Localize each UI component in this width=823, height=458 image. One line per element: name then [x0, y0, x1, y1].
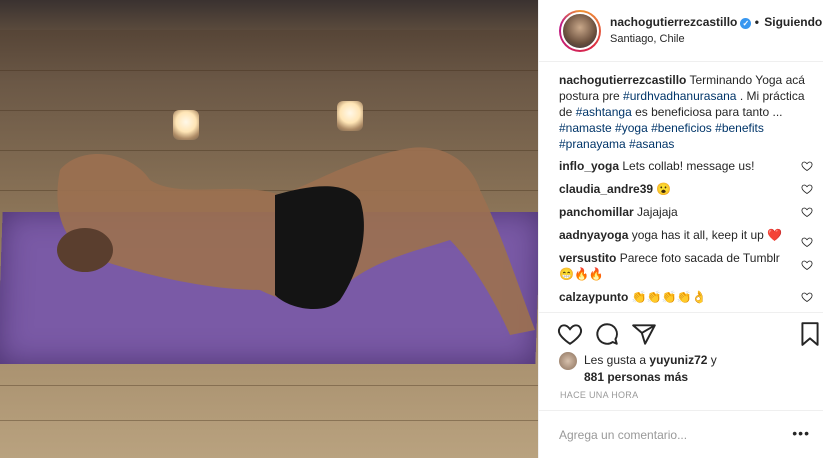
floor-plank-line: [0, 420, 538, 421]
hashtag-link[interactable]: #urdhvadhanurasana: [623, 89, 736, 103]
hashtag-link[interactable]: #pranayama: [559, 137, 626, 151]
comment-bubble-icon[interactable]: [594, 321, 620, 347]
post-photo[interactable]: [0, 0, 538, 458]
candle-right: [337, 101, 363, 131]
likes-prefix: Les gusta a: [584, 353, 650, 367]
more-options-icon[interactable]: •••: [792, 425, 810, 441]
add-comment-section: •••: [539, 410, 823, 458]
header-user-line: nachogutierrezcastillo ✓ • Siguiendo: [610, 15, 822, 29]
post-side-panel: nachogutierrezcastillo ✓ • Siguiendo Sant…: [538, 0, 823, 458]
comment-like-heart-icon[interactable]: [801, 206, 813, 218]
comment-row: calzaypunto 👏👏👏👏👌: [559, 289, 813, 305]
comment-row: inflo_yoga Lets collab! message us!: [559, 158, 813, 174]
comment-row: claudia_andre39 😮: [559, 181, 813, 197]
liker-username[interactable]: yuyuniz72: [649, 353, 707, 367]
comment-like-heart-icon[interactable]: [801, 291, 813, 303]
comment-text: Lets collab! message us!: [619, 159, 755, 173]
share-icon[interactable]: [631, 321, 657, 347]
comment-like-heart-icon[interactable]: [801, 183, 813, 195]
comment-row: versustito Parece foto sacada de Tumblr …: [559, 250, 813, 282]
verified-badge-icon: ✓: [740, 18, 752, 29]
floor-plank-line: [0, 70, 538, 71]
liker-avatar: [559, 352, 577, 370]
photo-wall: [0, 0, 538, 30]
comment-username[interactable]: claudia_andre39: [559, 182, 653, 196]
header-username[interactable]: nachogutierrezcastillo: [610, 15, 737, 29]
following-button[interactable]: Siguiendo: [764, 15, 822, 29]
comment-username[interactable]: calzaypunto: [559, 290, 628, 304]
avatar-image: [561, 12, 599, 50]
post-timestamp[interactable]: HACE UNA HORA: [560, 390, 638, 400]
comments-list[interactable]: nachogutierrezcastillo Terminando Yoga a…: [559, 72, 813, 312]
likes-mid: y: [707, 353, 717, 367]
post-header: nachogutierrezcastillo ✓ • Siguiendo Sant…: [539, 0, 823, 62]
post-caption: nachogutierrezcastillo Terminando Yoga a…: [559, 72, 813, 152]
bookmark-icon[interactable]: [797, 321, 823, 347]
add-comment-input[interactable]: [559, 425, 779, 445]
caption-text: es beneficiosa para tanto ...: [631, 105, 783, 119]
likes-count-link[interactable]: 881 personas más: [584, 370, 688, 384]
location-link[interactable]: Santiago, Chile: [610, 33, 685, 45]
comment-text: Jajajaja: [633, 205, 678, 219]
like-heart-icon[interactable]: [557, 321, 583, 347]
likes-summary: Les gusta a yuyuniz72 y 881 personas más: [559, 352, 809, 386]
follow-separator: •: [754, 15, 759, 29]
hashtag-link[interactable]: #asanas: [629, 137, 674, 151]
hashtag-link[interactable]: #beneficios: [651, 121, 712, 135]
hashtag-link[interactable]: #namaste: [559, 121, 612, 135]
profile-avatar[interactable]: [559, 10, 601, 52]
comment-like-heart-icon[interactable]: [801, 160, 813, 172]
hashtag-link[interactable]: #yoga: [615, 121, 648, 135]
caption-username[interactable]: nachogutierrezcastillo: [559, 73, 686, 87]
comment-text: 👏👏👏👏👌: [628, 290, 707, 304]
comment-row: panchomillar Jajajaja: [559, 204, 813, 220]
comment-text: 😮: [653, 182, 672, 196]
floor-plank-line: [0, 385, 538, 386]
comment-username[interactable]: aadnyayoga: [559, 228, 628, 242]
comment-username[interactable]: inflo_yoga: [559, 159, 619, 173]
comment-row: aadnyayoga yoga has it all, keep it up ❤…: [559, 227, 813, 247]
comment-username[interactable]: panchomillar: [559, 205, 634, 219]
comment-like-heart-icon[interactable]: [801, 259, 813, 271]
hashtag-link[interactable]: #ashtanga: [576, 105, 632, 119]
floor-plank-line: [0, 110, 538, 111]
comment-username[interactable]: versustito: [559, 251, 616, 265]
comment-like-heart-icon[interactable]: [801, 236, 813, 248]
candle-left: [173, 110, 199, 140]
hashtag-link[interactable]: #benefits: [715, 121, 764, 135]
action-bar: [539, 312, 823, 354]
person-pose-shape: [57, 147, 535, 335]
comment-text: yoga has it all, keep it up ❤️: [628, 228, 783, 242]
